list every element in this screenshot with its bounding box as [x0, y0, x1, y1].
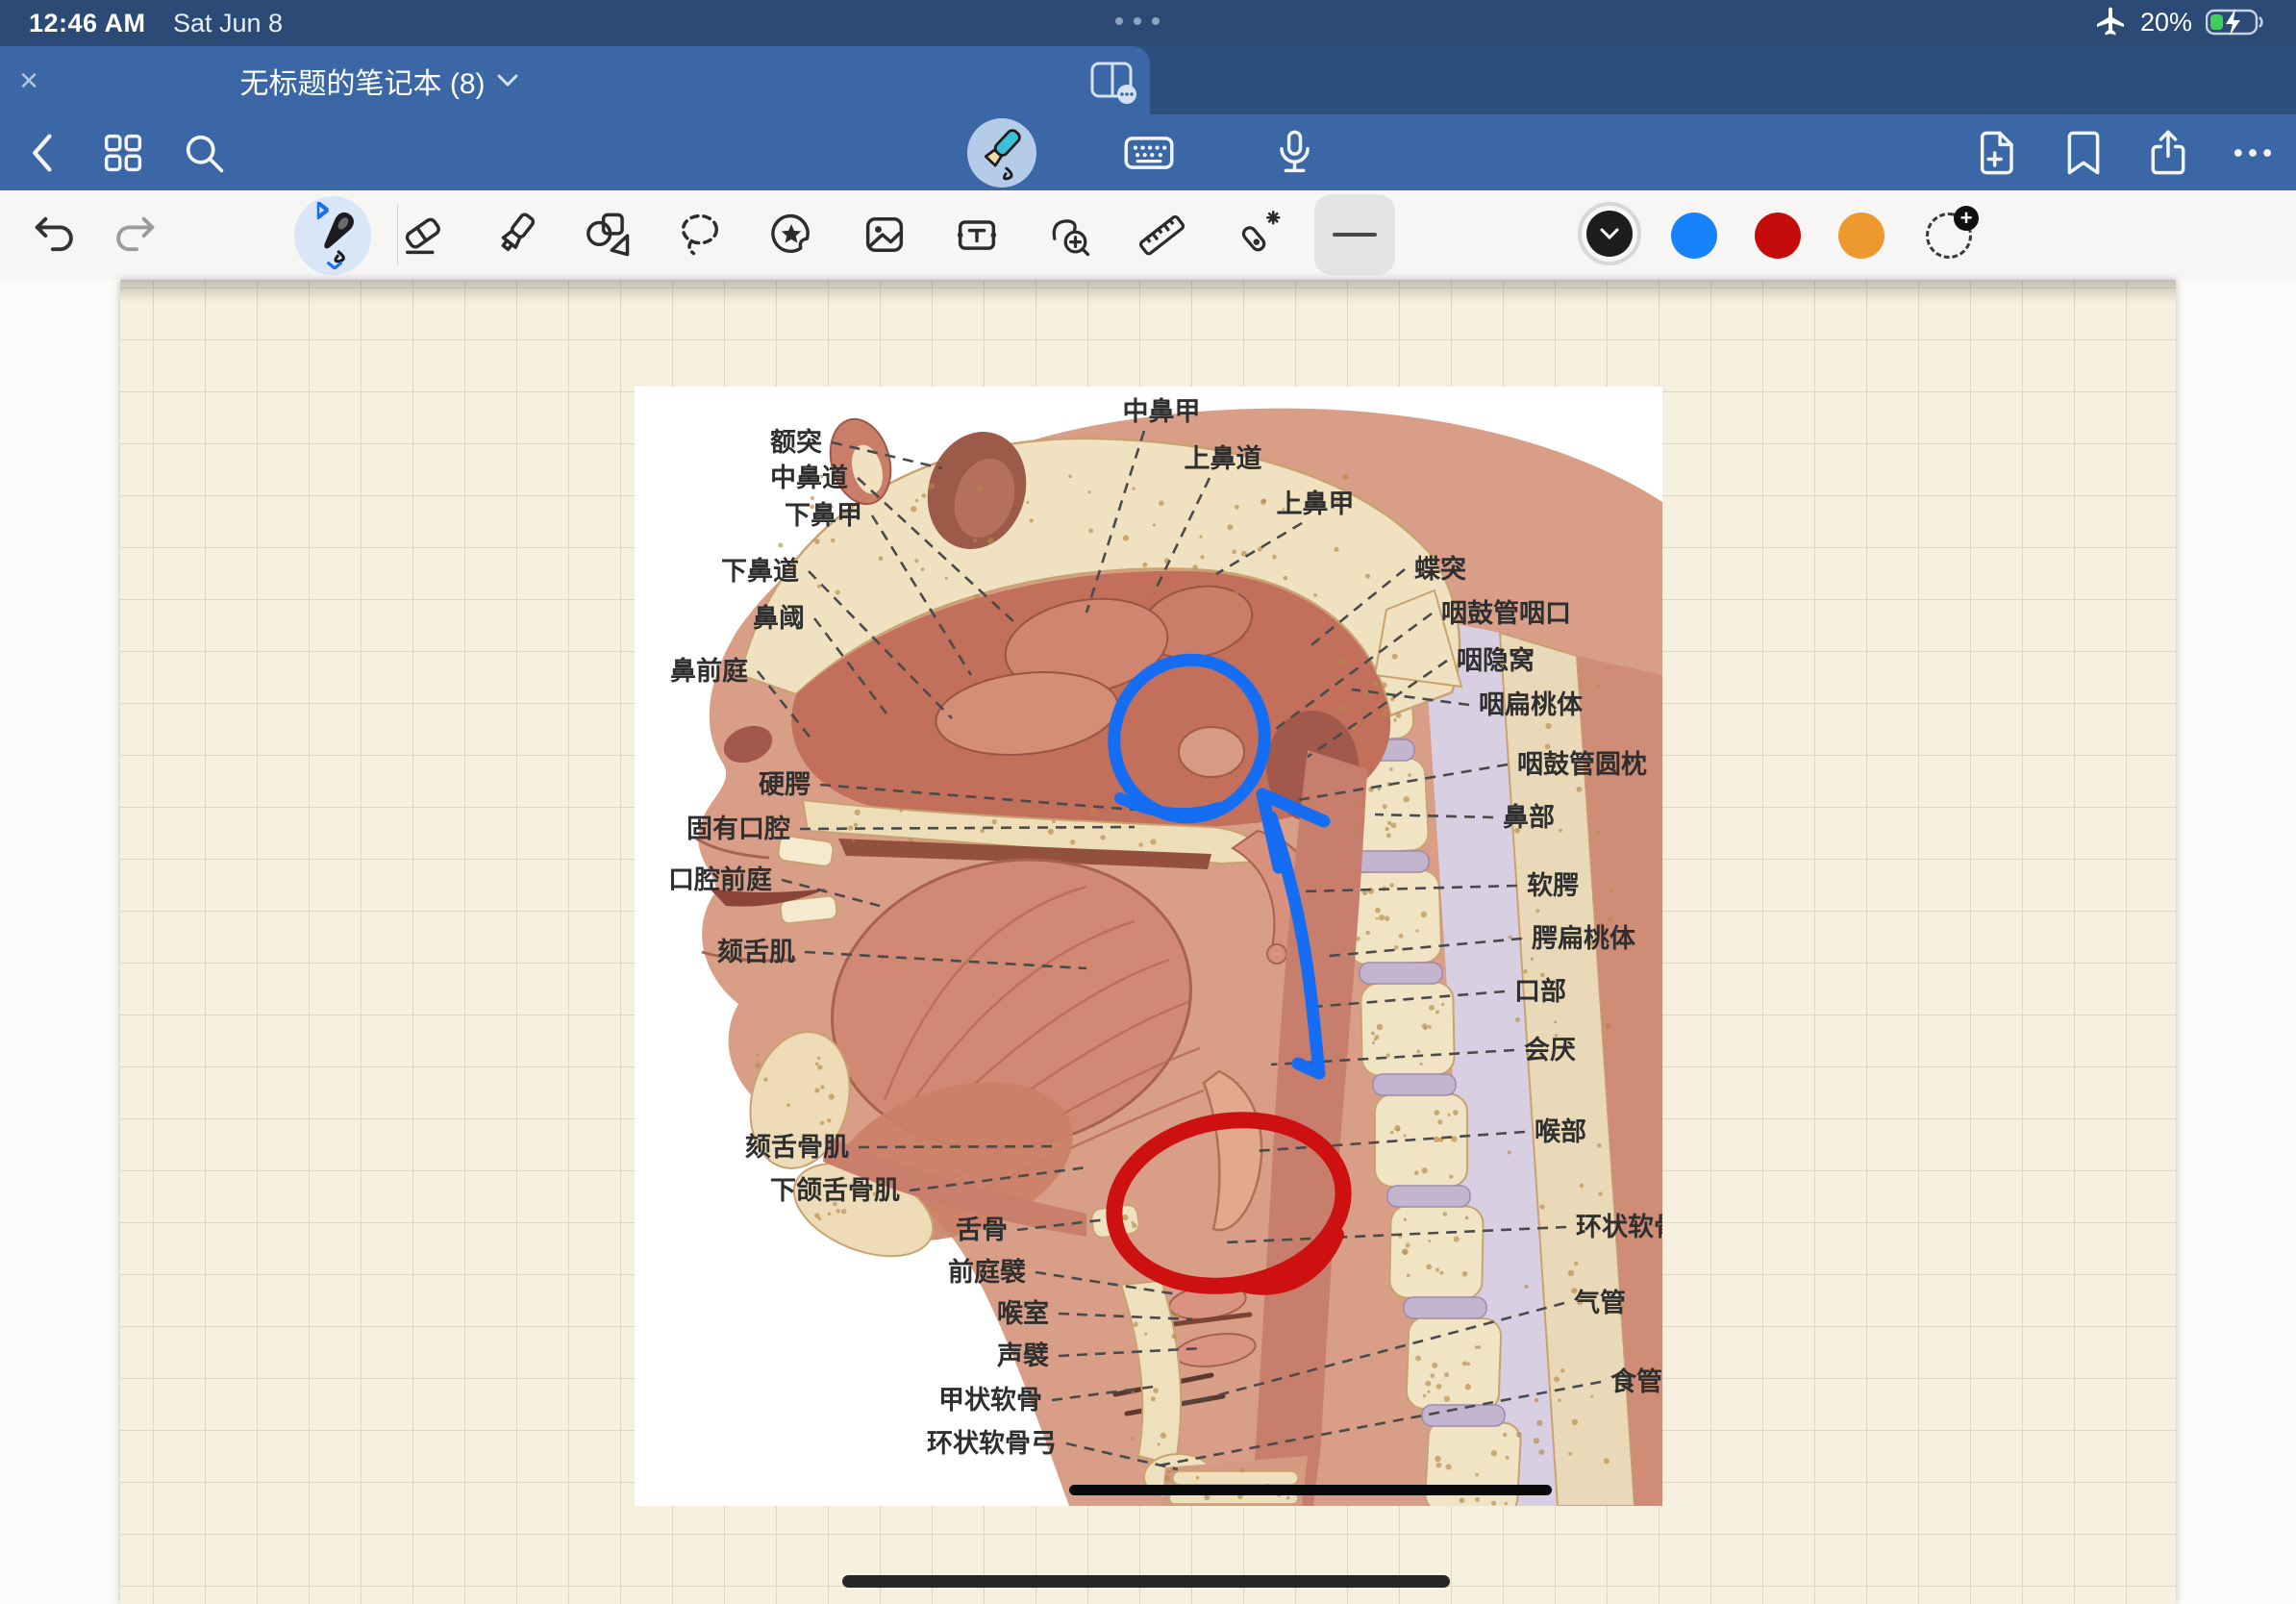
- svg-text:下鼻甲: 下鼻甲: [785, 501, 862, 530]
- svg-text:咽隐窝: 咽隐窝: [1457, 645, 1535, 675]
- chevron-down-icon: [497, 74, 518, 88]
- svg-text:环状软骨板: 环状软骨板: [1576, 1213, 1662, 1241]
- highlighter-tool[interactable]: [491, 210, 541, 260]
- svg-text:咽鼓管咽口: 咽鼓管咽口: [1441, 599, 1571, 628]
- svg-text:颏舌骨肌: 颏舌骨肌: [745, 1133, 849, 1162]
- tools-bar: +: [0, 190, 2296, 281]
- svg-text:前庭襞: 前庭襞: [948, 1257, 1026, 1287]
- anatomy-image[interactable]: 额突中鼻道下鼻甲下鼻道鼻阈鼻前庭硬腭固有口腔口腔前庭颏舌肌颏舌骨肌下颌舌骨肌舌骨…: [635, 387, 1662, 1506]
- svg-text:上鼻甲: 上鼻甲: [1277, 489, 1355, 518]
- pen-mode-button[interactable]: [967, 118, 1036, 188]
- svg-text:会厌: 会厌: [1524, 1036, 1576, 1065]
- pen-icon: [974, 125, 1030, 181]
- pen-tool[interactable]: [308, 202, 358, 252]
- svg-text:环状软骨弓: 环状软骨弓: [927, 1429, 1057, 1458]
- laser-pointer-tool[interactable]: [1230, 210, 1280, 260]
- svg-text:中鼻道: 中鼻道: [770, 463, 848, 492]
- lasso-tool[interactable]: [676, 210, 726, 260]
- color-swatch-orange[interactable]: [1838, 213, 1884, 259]
- main-toolbar: [0, 114, 2296, 190]
- svg-text:腭扁桃体: 腭扁桃体: [1532, 924, 1636, 953]
- text-tool[interactable]: [952, 210, 1002, 260]
- svg-text:下颌舌骨肌: 下颌舌骨肌: [770, 1176, 900, 1205]
- chevron-down-icon: [1599, 227, 1620, 240]
- color-swatch-red[interactable]: [1755, 213, 1801, 259]
- ruler-tool[interactable]: [1136, 210, 1186, 260]
- svg-text:口腔前庭: 口腔前庭: [668, 865, 772, 894]
- svg-text:鼻前庭: 鼻前庭: [670, 656, 748, 686]
- clock: 12:46 AM: [29, 9, 146, 38]
- svg-text:软腭: 软腭: [1527, 871, 1579, 900]
- redo-button[interactable]: [111, 210, 161, 260]
- notebook-title[interactable]: 无标题的笔记本 (8): [0, 46, 758, 114]
- sidebar-panel-icon[interactable]: [1085, 58, 1142, 106]
- note-canvas[interactable]: 额突中鼻道下鼻甲下鼻道鼻阈鼻前庭硬腭固有口腔口腔前庭颏舌肌颏舌骨肌下颌舌骨肌舌骨…: [0, 280, 2296, 1604]
- svg-text:口部: 口部: [1514, 976, 1566, 1006]
- svg-text:硬腭: 硬腭: [759, 770, 811, 799]
- page-grid-button[interactable]: [98, 128, 148, 178]
- color-swatch-black-selected[interactable]: [1578, 202, 1641, 265]
- zoom-pen-tool[interactable]: [1044, 210, 1094, 260]
- add-page-button[interactable]: [1974, 128, 2024, 178]
- svg-text:固有口腔: 固有口腔: [686, 815, 790, 843]
- page-shadow: [120, 280, 2176, 303]
- ipad-screen: 12:46 AM Sat Jun 8 20% × 无标题的笔记本 (8): [0, 0, 2296, 1604]
- svg-text:蝶突: 蝶突: [1414, 554, 1466, 584]
- battery-charging-icon: [2206, 7, 2267, 38]
- keyboard-button[interactable]: [1123, 128, 1173, 178]
- svg-text:气管: 气管: [1573, 1289, 1626, 1317]
- svg-text:咽鼓管圆枕: 咽鼓管圆枕: [1517, 750, 1647, 779]
- more-options-button[interactable]: [2228, 128, 2278, 178]
- date: Sat Jun 8: [173, 9, 283, 38]
- shapes-tool[interactable]: [584, 210, 634, 260]
- svg-text:声襞: 声襞: [997, 1341, 1049, 1370]
- svg-text:喉部: 喉部: [1535, 1116, 1586, 1146]
- share-button[interactable]: [2143, 128, 2193, 178]
- svg-text:下鼻道: 下鼻道: [721, 556, 799, 586]
- image-tool[interactable]: [860, 210, 910, 260]
- status-bar: 12:46 AM Sat Jun 8 20%: [0, 0, 2296, 46]
- search-icon[interactable]: [179, 128, 229, 178]
- airplane-mode-icon: [2094, 6, 2127, 38]
- figure-underline-bar: [1069, 1485, 1552, 1495]
- stroke-width-thin-selected[interactable]: [1314, 194, 1395, 275]
- microphone-button[interactable]: [1269, 128, 1319, 178]
- svg-text:食管: 食管: [1610, 1366, 1662, 1396]
- home-indicator[interactable]: [842, 1575, 1450, 1588]
- svg-text:额突: 额突: [770, 427, 822, 457]
- notebook-tab[interactable]: × 无标题的笔记本 (8): [0, 46, 1150, 114]
- color-swatch-blue[interactable]: [1671, 213, 1717, 259]
- sticker-tool[interactable]: [766, 210, 816, 260]
- svg-text:喉室: 喉室: [997, 1298, 1049, 1328]
- svg-text:甲状软骨: 甲状软骨: [938, 1386, 1042, 1415]
- svg-text:鼻部: 鼻部: [1503, 802, 1555, 832]
- svg-text:舌骨: 舌骨: [956, 1216, 1008, 1244]
- multitask-dots-icon: [1115, 17, 1160, 25]
- svg-text:中鼻甲: 中鼻甲: [1123, 397, 1201, 426]
- undo-button[interactable]: [29, 210, 79, 260]
- back-button[interactable]: [19, 128, 69, 178]
- svg-text:咽扁桃体: 咽扁桃体: [1479, 690, 1584, 719]
- tab-bar: × 无标题的笔记本 (8): [0, 46, 2296, 114]
- eraser-tool[interactable]: [398, 210, 448, 260]
- svg-text:上鼻道: 上鼻道: [1185, 443, 1262, 473]
- svg-text:颏舌肌: 颏舌肌: [717, 938, 795, 966]
- bookmark-button[interactable]: [2059, 128, 2109, 178]
- battery-percent: 20%: [2140, 8, 2192, 38]
- svg-text:鼻阈: 鼻阈: [753, 604, 805, 633]
- add-color-button[interactable]: +: [1926, 213, 1972, 259]
